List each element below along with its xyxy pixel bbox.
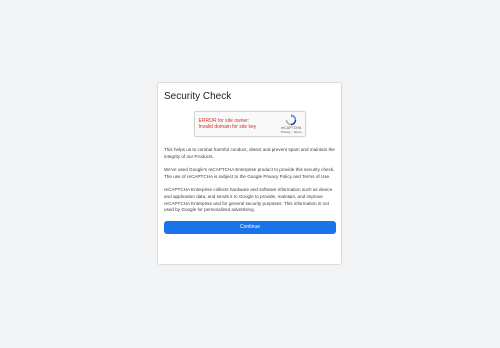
recaptcha-branding: reCAPTCHA Privacy - Terms: [281, 114, 302, 134]
paragraph-data-collection: reCAPTCHA Enterprise collects hardware a…: [164, 187, 333, 213]
paragraph-recaptcha-usage: We've used Google's reCAPTCHA Enterprise…: [164, 167, 335, 179]
security-check-dialog: Security Check ERROR for site owner: Inv…: [157, 82, 342, 265]
recaptcha-widget[interactable]: ERROR for site owner: Invalid domain for…: [193, 111, 306, 137]
recaptcha-terms-link[interactable]: Terms: [293, 130, 301, 134]
paragraph-purpose: This helps us to combat harmful conduct,…: [164, 147, 335, 159]
recaptcha-error-line-2: Invalid domain for site key: [198, 124, 257, 130]
recaptcha-error-message: ERROR for site owner: Invalid domain for…: [199, 118, 257, 130]
recaptcha-links: Privacy - Terms: [281, 130, 302, 135]
dialog-title: Security Check: [164, 91, 232, 102]
recaptcha-logo-icon: [285, 114, 297, 126]
continue-button[interactable]: Continue: [164, 220, 336, 234]
recaptcha-privacy-link[interactable]: Privacy: [281, 130, 291, 134]
